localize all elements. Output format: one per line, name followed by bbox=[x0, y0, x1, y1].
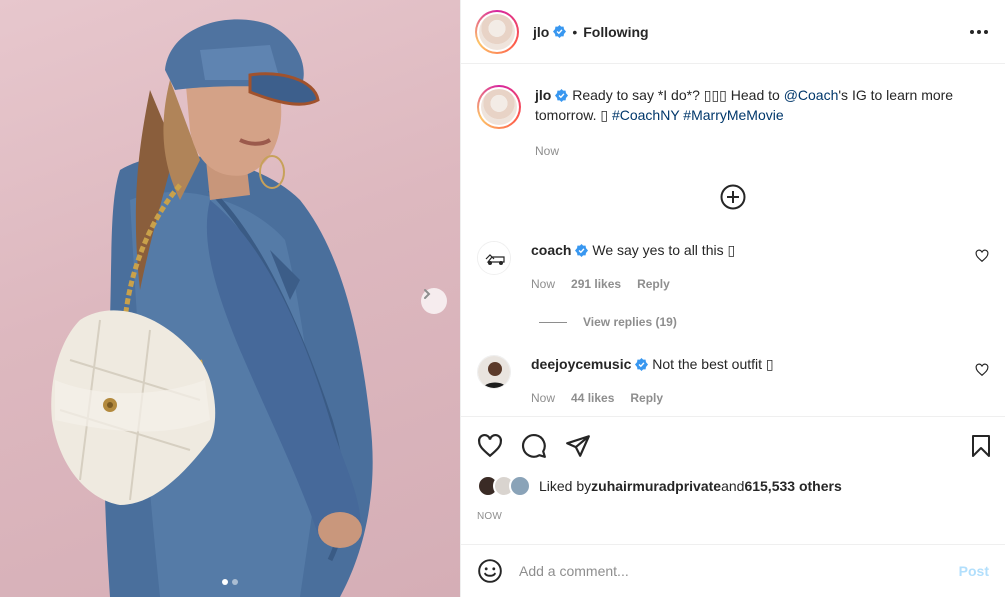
heart-icon[interactable] bbox=[975, 363, 989, 377]
post-header: jlo • Following bbox=[461, 0, 1005, 64]
post-caption: jlo Ready to say *I do*? ▯▯▯ Head to @Co… bbox=[477, 85, 989, 161]
author-avatar bbox=[479, 13, 515, 50]
comment-time[interactable]: Now bbox=[531, 275, 555, 293]
liked-by-prefix: Liked by bbox=[539, 478, 592, 494]
caption-time[interactable]: Now bbox=[535, 141, 559, 161]
comment-icon[interactable] bbox=[521, 433, 547, 459]
coach-logo-icon bbox=[478, 242, 510, 274]
post-side-panel: jlo • Following jlo Ready to say *I do*?… bbox=[460, 0, 1005, 597]
chevron-right-icon bbox=[424, 289, 431, 299]
comment-likes[interactable]: 291 likes bbox=[571, 275, 621, 293]
post-timestamp[interactable]: NOW bbox=[477, 511, 993, 522]
avatar-photo bbox=[478, 356, 510, 388]
slide-dot-active bbox=[222, 579, 228, 585]
comment-item: deejoycemusic Not the best outfit ▯ Now … bbox=[477, 355, 989, 407]
comment-item: coach We say yes to all this ▯ Now 291 l… bbox=[477, 241, 989, 293]
view-replies-button[interactable]: View replies (19) bbox=[539, 315, 989, 329]
post-button[interactable]: Post bbox=[959, 563, 989, 579]
bookmark-icon[interactable] bbox=[969, 433, 993, 459]
slide-dot bbox=[232, 579, 238, 585]
comment-username[interactable]: coach bbox=[531, 242, 571, 258]
hashtag-link[interactable]: #CoachNY bbox=[612, 107, 679, 123]
verified-badge-icon bbox=[555, 89, 569, 102]
add-comment-bar: Post bbox=[461, 544, 1005, 597]
liked-by-and: and bbox=[721, 478, 745, 494]
others-likes-link[interactable]: 615,533 others bbox=[744, 478, 841, 494]
view-replies-label: View replies (19) bbox=[583, 315, 677, 329]
header-separator: • bbox=[572, 23, 578, 40]
liker-username[interactable]: zuhairmuradprivate bbox=[591, 478, 721, 494]
emoji-icon[interactable] bbox=[477, 558, 503, 584]
verified-badge-icon bbox=[553, 25, 567, 38]
following-button[interactable]: Following bbox=[583, 24, 648, 40]
author-username[interactable]: jlo bbox=[533, 24, 549, 40]
heart-icon[interactable] bbox=[975, 249, 989, 263]
comment-input[interactable] bbox=[519, 563, 959, 579]
more-options-button[interactable] bbox=[967, 20, 991, 44]
post-actions: Liked by zuhairmuradprivate and 615,533 … bbox=[461, 416, 1005, 522]
comment-avatar[interactable] bbox=[477, 241, 511, 275]
comments-list[interactable]: jlo Ready to say *I do*? ▯▯▯ Head to @Co… bbox=[461, 65, 1005, 415]
slide-indicator bbox=[0, 579, 460, 585]
post-modal: jlo • Following jlo Ready to say *I do*?… bbox=[0, 0, 1005, 597]
next-slide-button[interactable] bbox=[421, 288, 447, 314]
caption-avatar bbox=[481, 89, 517, 125]
hashtag-link[interactable]: #MarryMeMovie bbox=[683, 107, 783, 123]
liked-by: Liked by zuhairmuradprivate and 615,533 … bbox=[477, 475, 993, 497]
share-icon[interactable] bbox=[565, 433, 591, 459]
caption-avatar-ring[interactable] bbox=[477, 85, 521, 129]
add-circle-icon[interactable] bbox=[719, 183, 747, 211]
action-icons bbox=[477, 417, 993, 475]
comment-text: Not the best outfit ▯ bbox=[652, 356, 774, 372]
heart-icon[interactable] bbox=[477, 433, 503, 459]
caption-username[interactable]: jlo bbox=[535, 87, 551, 103]
comment-time[interactable]: Now bbox=[531, 389, 555, 407]
caption-text: Ready to say *I do*? ▯▯▯ Head to bbox=[572, 87, 784, 103]
liker-avatars[interactable] bbox=[477, 475, 531, 497]
verified-badge-icon bbox=[575, 244, 589, 257]
post-photo bbox=[51, 19, 373, 597]
verified-badge-icon bbox=[635, 358, 649, 371]
comment-username[interactable]: deejoycemusic bbox=[531, 356, 631, 372]
load-more bbox=[477, 183, 989, 211]
comment-likes[interactable]: 44 likes bbox=[571, 389, 614, 407]
mention-link[interactable]: @Coach bbox=[784, 87, 839, 103]
author-avatar-ring[interactable] bbox=[475, 9, 519, 54]
reply-button[interactable]: Reply bbox=[637, 275, 670, 293]
reply-button[interactable]: Reply bbox=[630, 389, 663, 407]
more-options-icon bbox=[970, 29, 988, 34]
comment-text: We say yes to all this ▯ bbox=[592, 242, 736, 258]
comment-avatar[interactable] bbox=[477, 355, 511, 389]
post-media[interactable] bbox=[0, 0, 460, 597]
liker-avatar bbox=[509, 475, 531, 497]
